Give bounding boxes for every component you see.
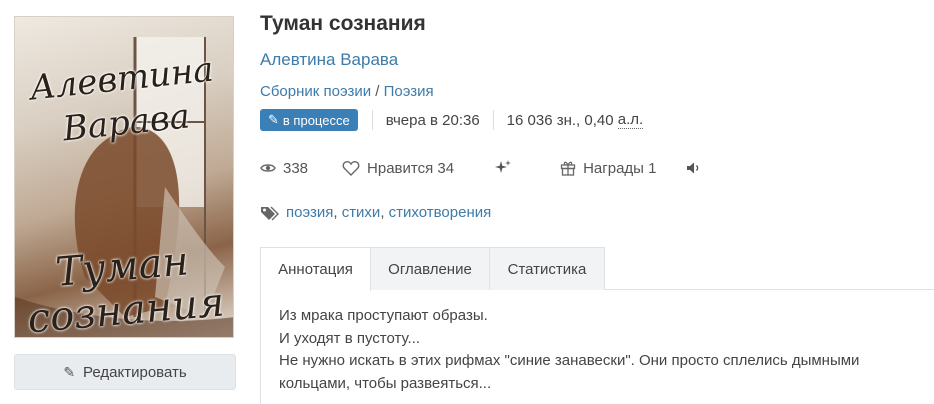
views-counter: 338 — [260, 160, 308, 177]
updated-time: вчера в 20:36 — [385, 111, 480, 129]
sparkles-icon — [495, 160, 512, 173]
divider — [492, 110, 494, 130]
annotation-line: Не нужно искать в этих рифмах "синие зан… — [279, 352, 860, 369]
annotation-line: И уходят в пустоту... — [279, 329, 421, 347]
book-meta: ✎ в процессе вчера в 20:36 16 036 зн., 0… — [260, 108, 644, 132]
tab-statistics[interactable]: Статистика — [489, 247, 605, 290]
tab-annotation[interactable]: Аннотация — [260, 247, 371, 291]
like-button[interactable]: Нравится 34 — [342, 160, 454, 177]
tags-row: поэзия, стихи, стихотворения — [260, 204, 491, 221]
gift-icon — [560, 161, 576, 176]
book-size: 16 036 зн., 0,40 — [506, 111, 614, 129]
size-unit: а.л. — [617, 111, 644, 129]
heart-icon — [342, 161, 360, 176]
audio-button[interactable] — [686, 161, 702, 175]
awards-button[interactable]: Награды 1 — [560, 160, 656, 177]
speaker-icon — [687, 162, 699, 174]
tag-link[interactable]: стихотворения — [389, 204, 492, 221]
cover-title-text: Туман сознания — [25, 238, 227, 338]
status-label: в процессе — [282, 112, 350, 128]
pencil-icon: ✎ — [268, 112, 279, 127]
annotation-line: Из мрака проступают образы. — [279, 307, 488, 324]
annotation-line: кольцами, чтобы развеяться... — [279, 374, 492, 392]
collection-link[interactable]: Сборник поэзии — [260, 83, 371, 100]
divider — [371, 110, 373, 130]
tab-contents[interactable]: Оглавление — [370, 247, 490, 290]
tag-link[interactable]: стихи — [342, 204, 381, 221]
edit-button-label: Редактировать — [83, 363, 187, 381]
genre-link[interactable]: Поэзия — [384, 83, 434, 100]
likes-label: Нравится 34 — [367, 159, 455, 177]
breadcrumb: Сборник поэзии / Поэзия — [260, 83, 434, 100]
tag-link[interactable]: поэзия — [286, 204, 333, 221]
breadcrumb-separator: / — [375, 83, 380, 100]
book-title: Туман сознания — [260, 12, 426, 35]
status-badge: ✎ в процессе — [260, 109, 358, 131]
eye-icon — [260, 164, 276, 172]
author-link[interactable]: Алевтина Варава — [260, 50, 398, 70]
sparkle-button[interactable] — [494, 159, 512, 177]
edit-button[interactable]: ✎ Редактировать — [14, 354, 236, 390]
book-cover: Алевтина Варава Туман сознания — [14, 16, 234, 338]
awards-label: Награды 1 — [583, 159, 657, 177]
pencil-icon: ✎ — [63, 363, 76, 380]
annotation-panel: Из мрака проступают образы. И уходят в п… — [260, 290, 934, 404]
stats-bar: 338 Нравится 34 Награды 1 — [260, 156, 702, 180]
tab-bar: Аннотация Оглавление Статистика — [260, 247, 934, 291]
views-count: 338 — [283, 159, 309, 177]
tags-icon — [261, 206, 279, 220]
